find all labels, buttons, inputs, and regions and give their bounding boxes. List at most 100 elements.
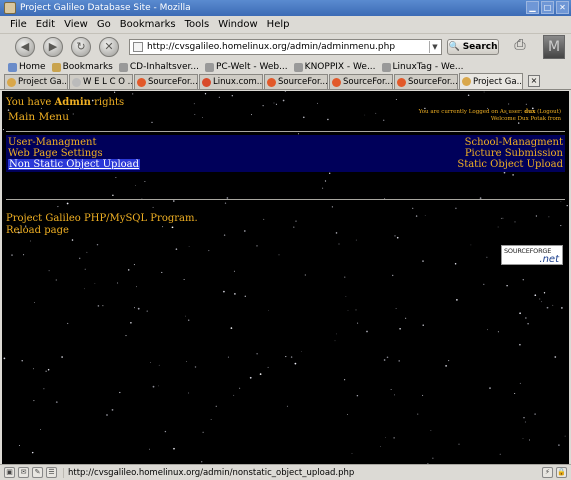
browser-window: Project Galileo Database Site - Mozilla …	[0, 0, 571, 480]
menu-go[interactable]: Go	[97, 19, 111, 30]
star	[188, 246, 190, 248]
tab-project-galileo-active[interactable]: Project Ga...	[459, 73, 523, 89]
star	[519, 382, 521, 384]
tab-label: SourceFor...	[343, 77, 393, 87]
star	[405, 317, 407, 319]
minimize-icon[interactable]: ▁	[526, 1, 539, 14]
star	[102, 305, 104, 307]
addressbook-icon[interactable]: ☰	[46, 467, 57, 478]
bookmark-bookmarks[interactable]: Bookmarks	[51, 62, 113, 72]
bookmark-label: Bookmarks	[62, 62, 113, 72]
star	[543, 292, 546, 294]
close-tab-icon[interactable]: ×	[528, 75, 540, 87]
bookmark-cd-inhaltsver[interactable]: CD-Inhaltsver...	[118, 62, 199, 72]
logout-link[interactable]: (Logout)	[537, 109, 561, 115]
star	[18, 445, 20, 446]
star	[262, 105, 264, 107]
star	[158, 364, 160, 366]
star	[525, 103, 527, 105]
admin-role: Admin	[54, 97, 91, 108]
bookmark-pc-welt[interactable]: PC-Welt - Web...	[204, 62, 288, 72]
tab-sourceforge-2[interactable]: SourceFor...	[264, 74, 328, 89]
star	[506, 285, 508, 287]
star	[33, 400, 35, 402]
star	[146, 310, 148, 312]
star	[173, 200, 175, 202]
star	[134, 307, 135, 309]
menu-picture-submission[interactable]: Picture Submission	[465, 148, 563, 159]
stop-icon[interactable]: ✕	[99, 37, 119, 57]
star	[356, 394, 359, 397]
forward-arrow-icon[interactable]: ▶	[43, 37, 63, 57]
security-lock-icon[interactable]: 🔒	[556, 467, 567, 478]
star	[380, 446, 381, 447]
search-button[interactable]: 🔍 Search	[447, 39, 499, 55]
navigator-icon[interactable]: ▣	[4, 467, 15, 478]
mozilla-throbber-icon[interactable]: M	[543, 35, 565, 59]
star	[223, 234, 226, 236]
star	[327, 118, 329, 121]
tab-sourceforge-3[interactable]: SourceFor...	[329, 74, 393, 89]
menu-bookmarks[interactable]: Bookmarks	[120, 19, 176, 30]
sourceforge-logo[interactable]: SOURCEFORGE .net	[501, 245, 563, 265]
star	[2, 129, 4, 131]
star	[29, 240, 31, 242]
close-icon[interactable]: ✕	[556, 1, 569, 14]
mail-icon[interactable]: ✉	[18, 467, 29, 478]
print-icon[interactable]: ⎙	[510, 37, 530, 55]
star	[519, 343, 521, 346]
search-label: Search	[462, 42, 498, 52]
menu-help[interactable]: Help	[267, 19, 290, 30]
star	[97, 305, 100, 307]
tab-linux-com[interactable]: Linux.com...	[199, 74, 263, 89]
bookmark-home[interactable]: Home	[8, 62, 46, 72]
menu-web-page-settings[interactable]: Web Page Settings	[8, 148, 103, 159]
menu-file[interactable]: File	[10, 19, 27, 30]
menu-school-managment[interactable]: School-Managment	[465, 137, 563, 148]
chevron-down-icon[interactable]: ▼	[429, 41, 440, 53]
star	[336, 333, 337, 335]
star	[175, 248, 178, 250]
composer-icon[interactable]: ✎	[32, 467, 43, 478]
back-arrow-icon[interactable]: ◀	[15, 37, 35, 57]
star	[512, 174, 514, 176]
star	[483, 283, 485, 286]
star	[84, 268, 86, 270]
star	[72, 113, 74, 115]
menu-edit[interactable]: Edit	[36, 19, 55, 30]
star	[125, 335, 127, 337]
star	[227, 356, 229, 358]
online-status-icon[interactable]: ⚡	[542, 467, 553, 478]
star	[499, 453, 501, 455]
menu-tools[interactable]: Tools	[185, 19, 210, 30]
menu-view[interactable]: View	[64, 19, 88, 30]
star	[293, 226, 295, 228]
star	[317, 102, 318, 104]
bookmark-knoppix[interactable]: KNOPPIX - We...	[293, 62, 376, 72]
star	[201, 461, 203, 463]
star	[256, 353, 258, 355]
menu-non-static-object-upload[interactable]: Non Static Object Upload	[8, 159, 141, 170]
menu-user-managment[interactable]: User-Managment	[8, 137, 97, 148]
maximize-icon[interactable]: □	[541, 1, 554, 14]
star	[385, 436, 386, 438]
reload-icon[interactable]: ↻	[71, 37, 91, 57]
star	[344, 276, 346, 278]
menu-static-object-upload[interactable]: Static Object Upload	[457, 159, 563, 170]
tab-project-galileo-1[interactable]: Project Ga...	[4, 74, 68, 89]
star	[66, 202, 69, 205]
tab-sourceforge-4[interactable]: SourceFor...	[394, 74, 458, 89]
reload-page-link[interactable]: Reload page	[6, 225, 69, 236]
menu-window[interactable]: Window	[218, 19, 257, 30]
star	[57, 206, 59, 208]
tab-sourceforge-1[interactable]: SourceFor...	[134, 74, 198, 89]
status-right-icons: ⚡ 🔒	[542, 467, 571, 478]
url-text: http://cvsgalileo.homelinux.org/admin/ad…	[147, 42, 396, 52]
star	[456, 299, 458, 301]
star	[161, 271, 163, 273]
tab-label: Project Ga...	[473, 76, 523, 87]
tab-welcome[interactable]: W E L C O ...	[69, 74, 133, 89]
url-input[interactable]: http://cvsgalileo.homelinux.org/admin/ad…	[129, 39, 442, 55]
bookmark-linuxtag[interactable]: LinuxTag - We...	[381, 62, 463, 72]
star	[497, 226, 499, 228]
